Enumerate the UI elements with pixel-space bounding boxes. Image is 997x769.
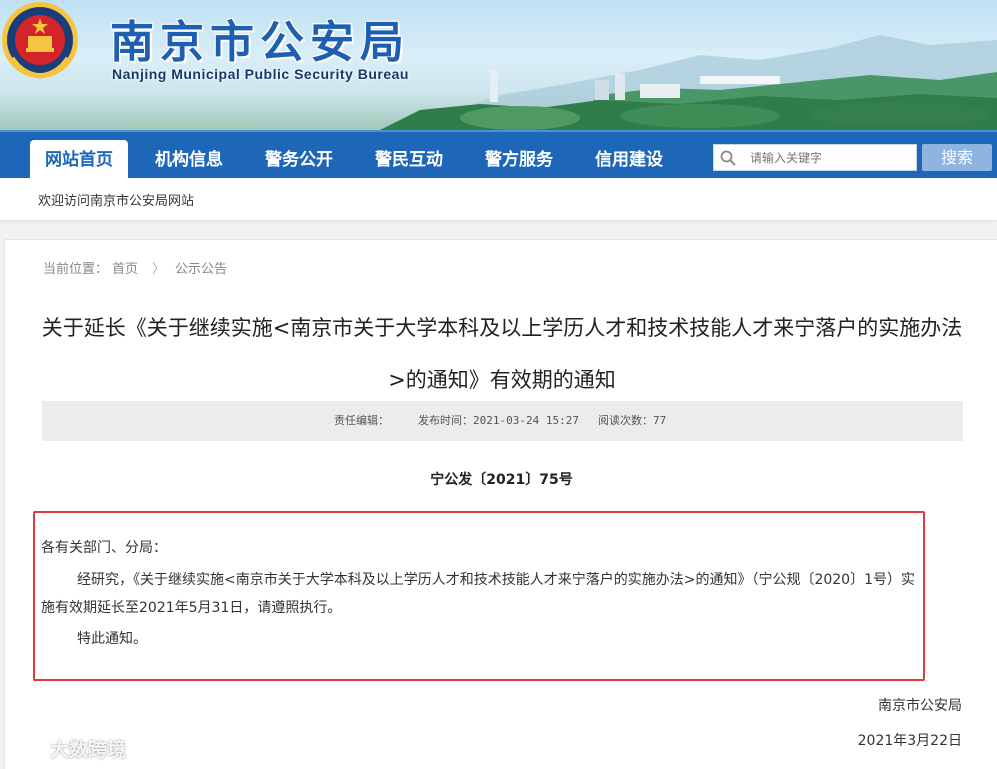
site-title: 南京市公安局 bbox=[110, 17, 410, 68]
search-icon bbox=[720, 150, 736, 166]
meta-views: 阅读次数：77 bbox=[598, 414, 667, 427]
watermark-logo-icon bbox=[10, 741, 47, 758]
breadcrumb: 当前位置： 首页〉公示公告 bbox=[43, 258, 231, 277]
article-title: 关于延长《关于继续实施<南京市关于大学本科及以上学历人才和技术技能人才来宁落户的… bbox=[41, 316, 963, 392]
welcome-bar: 欢迎访问南京市公安局网站 bbox=[0, 178, 997, 220]
document-number: 宁公发〔2021〕75号 bbox=[430, 472, 573, 488]
breadcrumb-notice-link[interactable]: 公示公告 bbox=[175, 262, 227, 277]
meta-publish-time: 发布时间：2021-03-24 15:27 bbox=[418, 414, 579, 427]
breadcrumb-separator-icon: 〉 bbox=[152, 262, 166, 277]
article-closing: 特此通知。 bbox=[77, 631, 147, 647]
nav-item-police-affairs[interactable]: 警务公开 bbox=[250, 140, 348, 180]
search-button[interactable]: 搜索 bbox=[922, 144, 992, 171]
nav-item-organization[interactable]: 机构信息 bbox=[140, 140, 238, 180]
meta-editor: 责任编辑： bbox=[334, 414, 389, 427]
nav-item-interaction[interactable]: 警民互动 bbox=[360, 140, 458, 180]
header-banner: 南京市公安局 Nanjing Municipal Public Security… bbox=[0, 0, 997, 130]
search-box bbox=[713, 144, 917, 171]
search-input[interactable] bbox=[750, 148, 910, 168]
article-panel: 当前位置： 首页〉公示公告 关于延长《关于继续实施<南京市关于大学本科及以上学历人… bbox=[4, 239, 997, 769]
watermark-text: 大数跨境 bbox=[50, 739, 127, 761]
article-salutation: 各有关部门、分局： bbox=[41, 540, 167, 556]
site-subtitle: Nanjing Municipal Public Security Bureau bbox=[112, 66, 409, 82]
article-signature: 南京市公安局 bbox=[878, 698, 962, 714]
nav-item-services[interactable]: 警方服务 bbox=[470, 140, 568, 180]
article-meta-bar: 责任编辑： 发布时间：2021-03-24 15:27 阅读次数：77 bbox=[42, 401, 963, 441]
article-body: 经研究，《关于继续实施<南京市关于大学本科及以上学历人才和技术技能人才来宁落户的… bbox=[41, 572, 915, 616]
article-date: 2021年3月22日 bbox=[857, 733, 962, 749]
breadcrumb-prefix: 当前位置： bbox=[43, 262, 109, 277]
nav-item-home[interactable]: 网站首页 bbox=[30, 140, 128, 180]
nav-item-credit[interactable]: 信用建设 bbox=[580, 140, 678, 180]
main-nav: 网站首页 机构信息 警务公开 警民互动 警方服务 信用建设 搜索 bbox=[0, 130, 997, 180]
police-emblem-icon bbox=[2, 2, 78, 79]
breadcrumb-home-link[interactable]: 首页 bbox=[112, 262, 138, 277]
welcome-text: 欢迎访问南京市公安局网站 bbox=[38, 194, 195, 209]
